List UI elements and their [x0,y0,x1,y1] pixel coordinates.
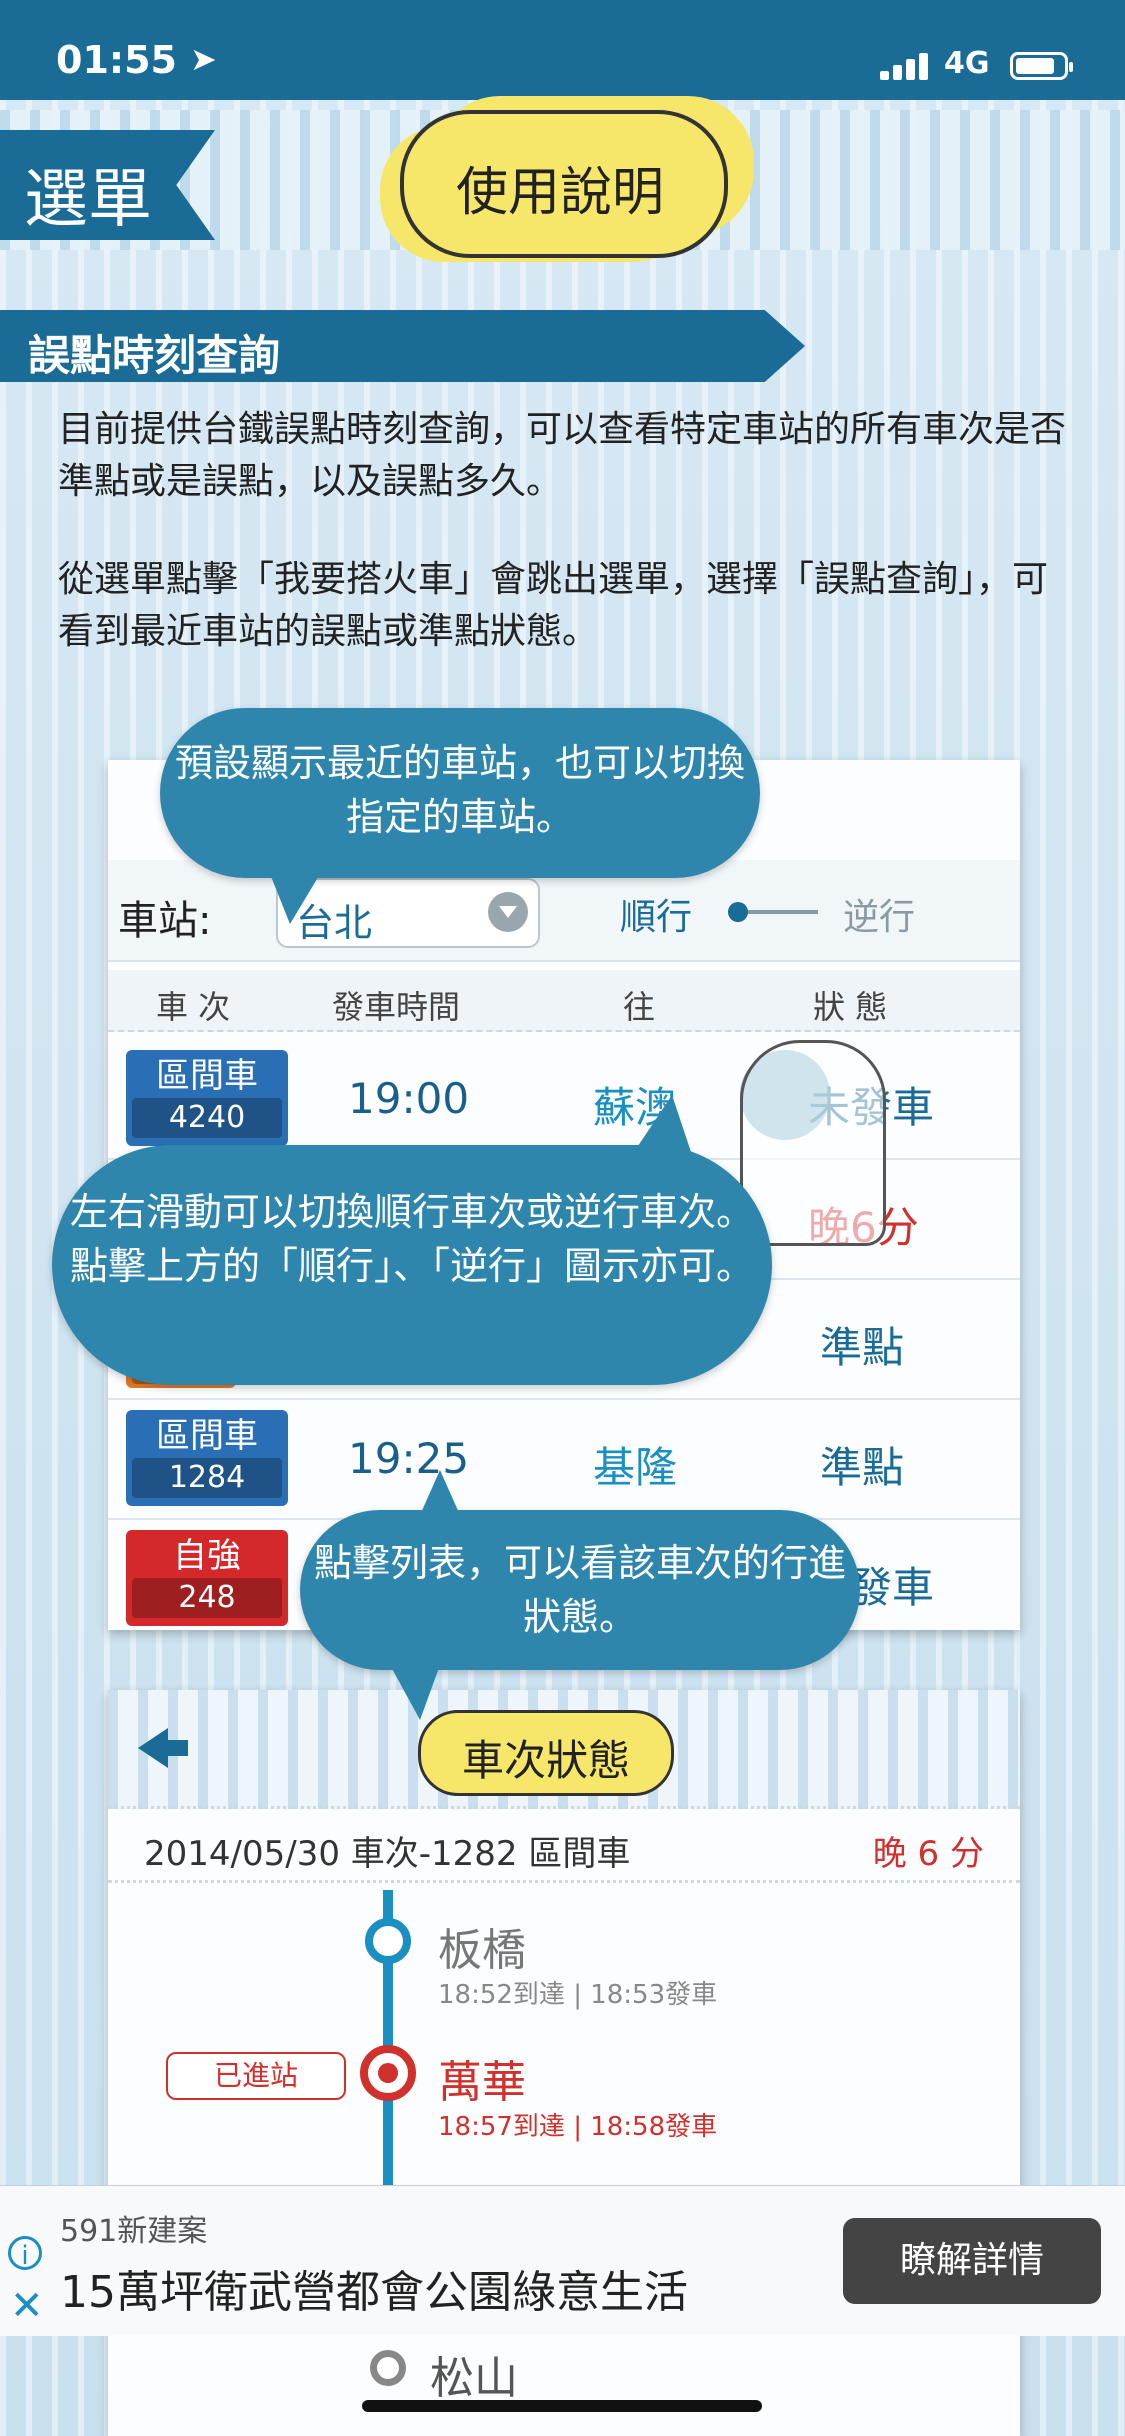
station-label: 車站: [118,898,212,944]
network-label: 4G [944,46,990,81]
ad-title[interactable]: 15萬坪衛武營都會公園綠意生活 [60,2256,688,2320]
stop-name: 板橋 [438,1925,526,1976]
ad-cta-button[interactable]: 瞭解詳情 [843,2218,1101,2304]
direction-toggle [728,902,828,922]
column-header: 狀 態 [813,988,888,1026]
train-badge: 區間車 1284 [126,1410,288,1506]
stop-times: 18:52到達 | 18:53發車 [438,1980,718,2010]
departure-time: 19:00 [348,1074,470,1123]
current-stop-marker [360,2045,416,2101]
swipe-tip-callout: 左右滑動可以切換順行車次或逆行車次。點擊上方的「順行」、「逆行」圖示亦可。 [52,1095,772,1385]
stop-marker [370,2350,406,2386]
table-row: 區間車 1284 19:25 基隆 準點 [108,1398,1020,1520]
delay-label: 晚 6 分 [872,1834,984,1874]
stop-name: 松山 [430,2353,518,2404]
train-type: 區間車 [156,1416,258,1456]
ad-brand: 591新建案 [60,2214,208,2249]
detail-panel-tail [108,2335,1020,2436]
callout-text: 左右滑動可以切換順行車次或逆行車次。點擊上方的「順行」、「逆行」圖示亦可。 [69,1190,754,1288]
callout-text: 點擊列表，可以看該車次的行進狀態。 [313,1541,846,1639]
destination: 基隆 [593,1443,678,1492]
home-indicator [362,2400,762,2412]
detail-title-cloud: 車次狀態 [418,1710,674,1796]
forward-label: 順行 [620,897,693,938]
train-type: 區間車 [156,1056,258,1096]
detail-title: 車次狀態 [461,1736,630,1785]
train-number: 248 [132,1578,282,1618]
info-icon[interactable]: i [8,2236,42,2271]
train-badge: 自強 248 [126,1530,288,1626]
column-header: 車 次 [156,988,231,1026]
stop-times: 18:57到達 | 18:58發車 [438,2112,718,2142]
close-icon[interactable]: ✕ [10,2286,44,2326]
status-bar: 01:55 ➤ 4G [0,0,1125,100]
dropdown-arrow-icon [488,892,528,932]
station-tip-callout: 預設顯示最近的車站，也可以切換指定的車站。 [160,708,760,924]
tap-tip-callout: 點擊列表，可以看該車次的行進狀態。 [300,1470,860,1720]
detail-header: 車次狀態 [108,1690,1020,1809]
menu-label: 選單 [24,163,152,237]
usage-paragraph: 從選單點擊「我要搭火車」會跳出選單，選擇「誤點查詢」，可看到最近車站的誤點或準點… [58,559,1049,652]
reverse-label: 逆行 [843,897,916,938]
train-status: 準點 [820,1443,905,1492]
section-banner: 誤點時刻查詢 [0,310,805,382]
battery-icon [1010,52,1073,80]
column-header: 發車時間 [332,988,461,1026]
signal-icon [880,50,932,80]
train-number: 1284 [132,1458,282,1498]
train-status: 準點 [820,1323,905,1372]
table-header: 車 次 發車時間 往 狀 態 [108,970,1020,1032]
detail-info-bar: 2014/05/30 車次-1282 區間車 晚 6 分 [108,1810,1020,1883]
page-title: 使用說明 [455,163,664,223]
callout-text: 預設顯示最近的車站，也可以切換指定的車站。 [174,741,745,839]
column-header: 往 [623,988,656,1026]
train-info: 2014/05/30 車次-1282 區間車 [144,1834,631,1874]
arrived-tag: 已進站 [166,2052,346,2100]
section-title: 誤點時刻查詢 [28,331,281,380]
ad-banner[interactable]: i ✕ 591新建案 15萬坪衛武營都會公園綠意生活 瞭解詳情 [0,2185,1125,2336]
train-type: 自強 [173,1536,241,1576]
stop-marker [365,1918,411,1964]
location-arrow-icon: ➤ [190,40,217,78]
intro-paragraph: 目前提供台鐵誤點時刻查詢，可以查看特定車站的所有車次是否準點或是誤點，以及誤點多… [58,409,1067,502]
train-badge: 區間車 4240 [126,1050,288,1146]
status-time: 01:55 [56,38,177,82]
back-arrow-icon [138,1728,188,1768]
train-number: 4240 [132,1098,282,1138]
stop-name: 萬華 [438,2057,526,2108]
